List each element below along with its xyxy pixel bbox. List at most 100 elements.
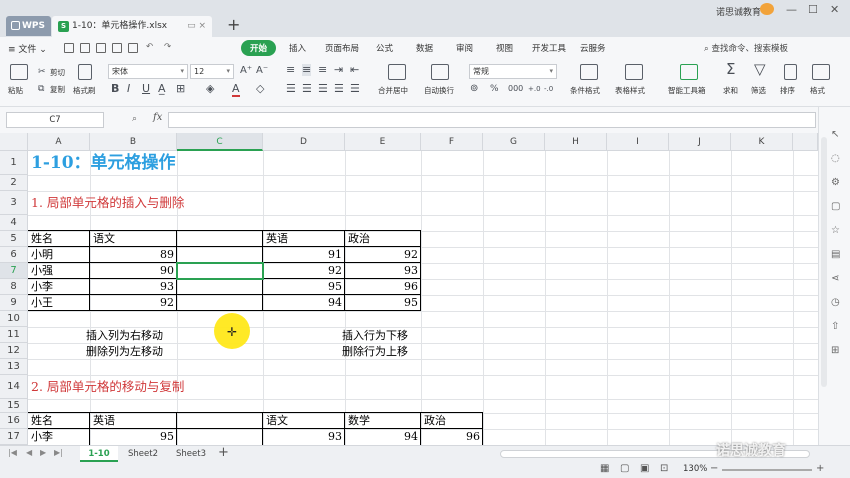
table2-cell[interactable]: 小李 [31,429,53,445]
copy-button[interactable]: 复制 [50,84,65,95]
row-header-7[interactable]: 7 [0,263,28,279]
table1-cell[interactable]: 94 [263,295,345,311]
minimize-icon[interactable]: — [786,3,797,16]
format-button[interactable]: 格式 [810,85,825,96]
table1-cell[interactable]: 92 [90,295,177,311]
select-all-corner[interactable] [0,133,28,151]
column-header-h[interactable]: H [545,133,607,151]
new-tab-button[interactable]: + [227,15,240,34]
last-sheet-icon[interactable]: ▶| [54,448,63,457]
table-style-icon[interactable] [625,64,643,80]
favorite-icon[interactable]: ☆ [831,225,842,236]
vertical-scrollbar[interactable] [821,137,827,387]
zoom-level[interactable]: 130% [683,464,707,474]
table2-header-english[interactable]: 英语 [93,413,115,429]
table1-cell[interactable]: 92 [345,247,421,263]
thousands-icon[interactable]: 000 [508,83,523,95]
underline-style-icon[interactable]: A̲ [158,83,166,95]
justify-icon[interactable]: ☰ [334,83,344,95]
table2-header-chinese[interactable]: 语文 [266,413,288,429]
conditional-format-icon[interactable] [580,64,598,80]
sum-button[interactable]: 求和 [723,85,738,96]
row-header-5[interactable]: 5 [0,231,28,247]
font-color-icon[interactable]: A [232,83,240,97]
open-file-icon[interactable] [80,43,90,53]
smart-toolbox-icon[interactable] [680,64,698,80]
row-header-2[interactable]: 2 [0,175,28,191]
clear-format-icon[interactable]: ◇ [256,83,264,95]
reading-mode-icon[interactable]: ⊡ [660,463,668,474]
close-window-icon[interactable]: ✕ [830,3,839,16]
column-header-j[interactable]: J [669,133,731,151]
redo-icon[interactable]: ↷ [164,42,171,52]
save-icon[interactable] [96,43,106,53]
sheet-tab-sheet2[interactable]: Sheet2 [120,446,166,462]
indent-icon[interactable]: ⇥ [334,64,343,76]
table1-header-chinese[interactable]: 语文 [93,231,115,247]
template-icon[interactable]: ▢ [831,201,842,212]
table2-header-politics[interactable]: 政治 [424,413,446,429]
format-painter-button[interactable]: 格式刷 [73,85,96,96]
align-left-icon[interactable]: ☰ [286,83,296,95]
number-format-select[interactable]: 常规 ▾ [469,64,557,79]
new-file-icon[interactable] [64,43,74,53]
wrap-text-button[interactable]: 自动换行 [424,85,454,96]
table1-header-english[interactable]: 英语 [266,231,288,247]
row-header-10[interactable]: 10 [0,311,28,327]
table1-cell[interactable]: 90 [90,263,177,279]
zoom-in-icon[interactable]: + [816,463,824,474]
table1-cell[interactable]: 小李 [31,279,53,295]
merge-center-icon[interactable] [388,64,406,80]
sort-icon[interactable] [784,64,797,80]
row-header-12[interactable]: 12 [0,343,28,359]
row-header-4[interactable]: 4 [0,215,28,231]
italic-icon[interactable]: I [127,83,130,95]
note-insert-column[interactable]: 插入列为右移动 [86,328,163,344]
format-icon[interactable] [812,64,830,80]
table1-cell[interactable]: 93 [345,263,421,279]
merge-center-button[interactable]: 合并居中 [378,85,408,96]
paste-icon[interactable] [10,64,28,80]
maximize-icon[interactable]: ☐ [808,3,818,16]
note-delete-row[interactable]: 删除行为上移 [342,344,408,360]
document-tab[interactable]: S 1-10：单元格操作.xlsx ▭ × [52,16,212,37]
zoom-slider[interactable] [722,469,812,471]
fill-color-icon[interactable]: ◈ [206,83,214,95]
tab-formulas[interactable]: 公式 [376,42,393,54]
table-style-button[interactable]: 表格样式 [615,85,645,96]
bold-icon[interactable]: B [111,83,119,95]
row-header-17[interactable]: 17 [0,429,28,445]
tab-cloud[interactable]: 云服务 [580,42,606,54]
table1-cell[interactable]: 92 [263,263,345,279]
tab-close-icon[interactable]: ▭ × [187,16,206,37]
history-icon[interactable]: ◷ [831,297,842,308]
section-heading-1[interactable]: 1. 局部单元格的插入与删除 [31,193,184,213]
backup-icon[interactable]: ⇧ [831,321,842,332]
format-painter-icon[interactable] [78,64,92,80]
align-middle-icon[interactable]: ≡ [302,64,312,76]
column-header-g[interactable]: G [483,133,545,151]
copy-icon[interactable]: ⧉ [38,83,44,95]
table1-header-name[interactable]: 姓名 [31,231,53,247]
wps-home-tab[interactable]: WPS [6,16,51,36]
smart-toolbox-button[interactable]: 智能工具箱 [668,85,706,96]
column-header-i[interactable]: I [607,133,669,151]
border-icon[interactable]: ⊞ [176,83,185,95]
column-header-c[interactable]: C [177,133,263,151]
section-heading-2[interactable]: 2. 局部单元格的移动与复制 [31,377,184,397]
user-avatar[interactable] [760,3,774,15]
row-header-3[interactable]: 3 [0,191,28,215]
row-header-16[interactable]: 16 [0,413,28,429]
decrease-font-icon[interactable]: A⁻ [256,65,268,77]
table1-cell[interactable]: 小明 [31,247,53,263]
outdent-icon[interactable]: ⇤ [350,64,359,76]
table2-cell[interactable]: 94 [345,429,421,445]
spreadsheet-grid[interactable]: A B C D E F G H I J K 1 2 3 4 5 6 7 8 9 … [0,133,818,445]
table2-header-math[interactable]: 数学 [348,413,370,429]
column-header-k[interactable]: K [731,133,793,151]
zoom-out-icon[interactable]: − [710,463,718,474]
file-menu[interactable]: ≡ 文件 ⌄ [8,42,47,55]
column-header-a[interactable]: A [28,133,90,151]
tab-page-layout[interactable]: 页面布局 [325,42,359,54]
row-header-13[interactable]: 13 [0,359,28,375]
